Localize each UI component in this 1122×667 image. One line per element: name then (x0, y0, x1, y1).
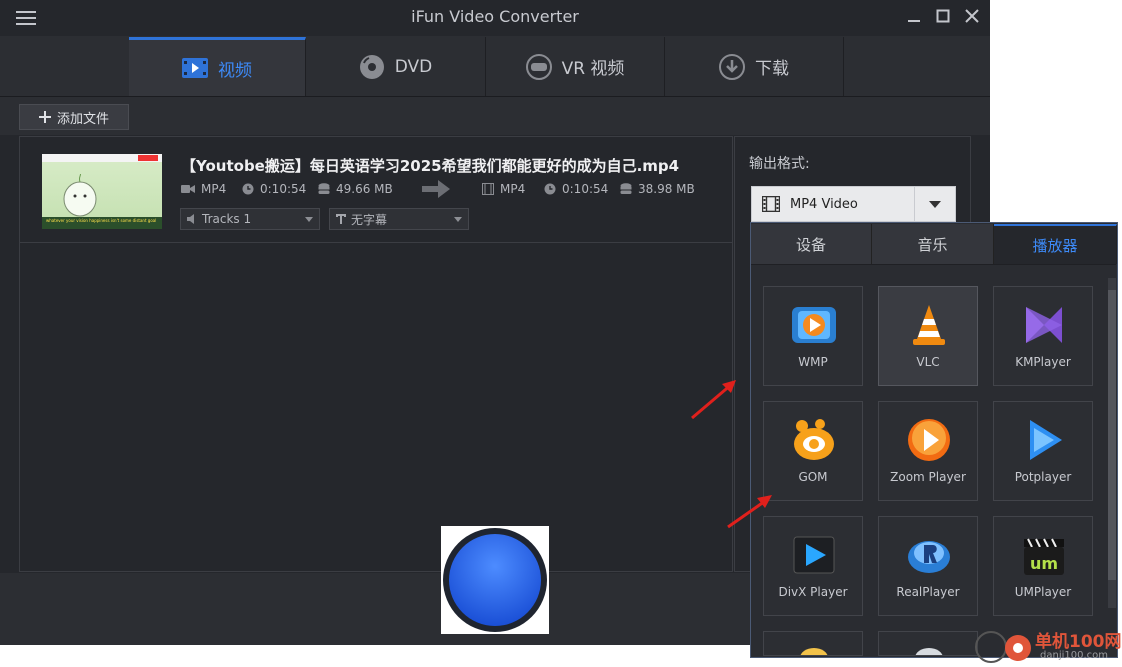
player-tile-realplayer[interactable]: RealPlayer (878, 516, 978, 616)
plus-icon (38, 111, 51, 123)
player-tile-potplayer[interactable]: Potplayer (993, 401, 1093, 501)
source-format-value: MP4 (201, 182, 227, 196)
disc-icon (359, 54, 384, 79)
tab-music[interactable]: 音乐 (872, 224, 994, 264)
add-file-label: 添加文件 (56, 111, 109, 127)
video-icon (182, 58, 208, 78)
zoom-player-icon (908, 419, 950, 461)
annotation-arrow-icon (727, 495, 772, 529)
subtitle-select[interactable]: 无字幕 (329, 208, 469, 230)
player-label: WMP (798, 355, 828, 369)
target-duration-value: 0:10:54 (562, 182, 609, 196)
target-size-value: 38.98 MB (638, 182, 695, 196)
player-label: GOM (798, 470, 828, 484)
target-format: MP4 (482, 182, 525, 196)
add-file-button[interactable]: 添加文件 (19, 104, 129, 130)
realplayer-icon (908, 541, 950, 573)
output-format-select[interactable]: MP4 Video (751, 186, 956, 222)
tab-divider (751, 264, 1116, 265)
source-size-value: 49.66 MB (336, 182, 393, 196)
player-label: Potplayer (1014, 470, 1072, 484)
player-tile-partial[interactable] (878, 631, 978, 656)
output-format-label: 输出格式: (749, 156, 810, 172)
gom-icon (794, 419, 834, 460)
player-label: Zoom Player (890, 470, 966, 484)
player-label: VLC (916, 355, 940, 369)
tab-label: 视频 (218, 60, 252, 81)
download-icon (719, 53, 745, 80)
thumbnail-caption: whatever your vision happiness isn't som… (46, 218, 157, 223)
player-label: DivX Player (778, 585, 848, 599)
umplayer-icon: um (1024, 538, 1064, 575)
player-icon-partial (800, 648, 828, 655)
row-divider (20, 242, 732, 243)
player-tile-vlc[interactable]: VLC (878, 286, 978, 386)
tab-label: DVD (394, 56, 433, 77)
tab-label: VR 视频 (561, 59, 625, 79)
convert-circle-icon (443, 528, 547, 632)
kmplayer-icon (1026, 307, 1062, 343)
target-size: 38.98 MB (620, 182, 695, 196)
output-format-value: MP4 Video (790, 196, 858, 212)
target-format-value: MP4 (500, 182, 526, 196)
player-label: RealPlayer (896, 585, 960, 599)
player-tile-divx-player[interactable]: DivX Player (763, 516, 863, 616)
clock-icon (544, 183, 556, 195)
minimize-icon[interactable] (902, 4, 926, 33)
vr-headset-icon (525, 53, 552, 80)
source-duration: 0:10:54 (242, 182, 306, 196)
window-title: iFun Video Converter (411, 7, 579, 26)
tab-vr-video[interactable]: VR 视频 (486, 37, 665, 96)
player-tile-umplayer[interactable]: um UMPlayer (993, 516, 1093, 616)
tab-label: 下载 (755, 59, 789, 79)
vlc-cone-icon (913, 305, 945, 345)
speaker-icon (187, 214, 194, 224)
player-tile-zoom-player[interactable]: Zoom Player (878, 401, 978, 501)
player-tile-gom[interactable]: GOM (763, 401, 863, 501)
close-icon[interactable] (960, 4, 984, 33)
watermark-text: 单机100网 (1035, 632, 1122, 652)
camera-icon (181, 185, 195, 193)
tab-player[interactable]: 播放器 (994, 224, 1117, 264)
potplayer-icon (1030, 420, 1062, 460)
maximize-icon[interactable] (931, 4, 955, 33)
subtitle-value: 无字幕 (351, 212, 388, 227)
convert-button[interactable] (441, 526, 549, 634)
tab-device[interactable]: 设备 (751, 224, 872, 264)
annotation-arrow-icon (691, 380, 736, 420)
toolbar (0, 97, 990, 135)
clock-icon (242, 183, 254, 195)
film-icon (762, 196, 780, 212)
convert-arrow-icon (422, 180, 450, 198)
scrollbar-thumb[interactable] (1108, 290, 1116, 580)
audio-track-value: Tracks 1 (202, 212, 252, 226)
wmp-icon (792, 307, 836, 343)
tab-download[interactable]: 下载 (665, 37, 844, 96)
player-label: UMPlayer (1014, 585, 1072, 599)
file-name: 【Youtobe搬运】每日英语学习2025希望我们都能更好的成为自己.mp4 (181, 157, 680, 175)
divx-icon (793, 536, 835, 574)
source-size: 49.66 MB (318, 182, 393, 196)
source-duration-value: 0:10:54 (260, 182, 307, 196)
watermark-url: danji100.com (1040, 650, 1108, 661)
player-tile-kmplayer[interactable]: KMPlayer (993, 286, 1093, 386)
player-label: KMPlayer (1015, 355, 1071, 369)
database-icon (620, 183, 632, 194)
video-thumbnail[interactable]: whatever your vision happiness isn't som… (42, 154, 162, 229)
database-icon (318, 183, 330, 194)
audio-track-select[interactable]: Tracks 1 (180, 208, 320, 230)
source-format: MP4 (181, 182, 226, 196)
tab-dvd[interactable]: DVD (306, 37, 486, 96)
player-tile-partial[interactable] (763, 631, 863, 656)
player-icon-partial (915, 648, 943, 655)
target-duration: 0:10:54 (544, 182, 608, 196)
svg-text:um: um (1030, 554, 1058, 573)
chevron-down-icon[interactable] (914, 187, 955, 221)
watermark-logo-icon (975, 631, 1031, 663)
player-tile-wmp[interactable]: WMP (763, 286, 863, 386)
tab-video[interactable]: 视频 (129, 37, 306, 96)
text-icon (336, 214, 346, 224)
film-icon (482, 183, 494, 195)
